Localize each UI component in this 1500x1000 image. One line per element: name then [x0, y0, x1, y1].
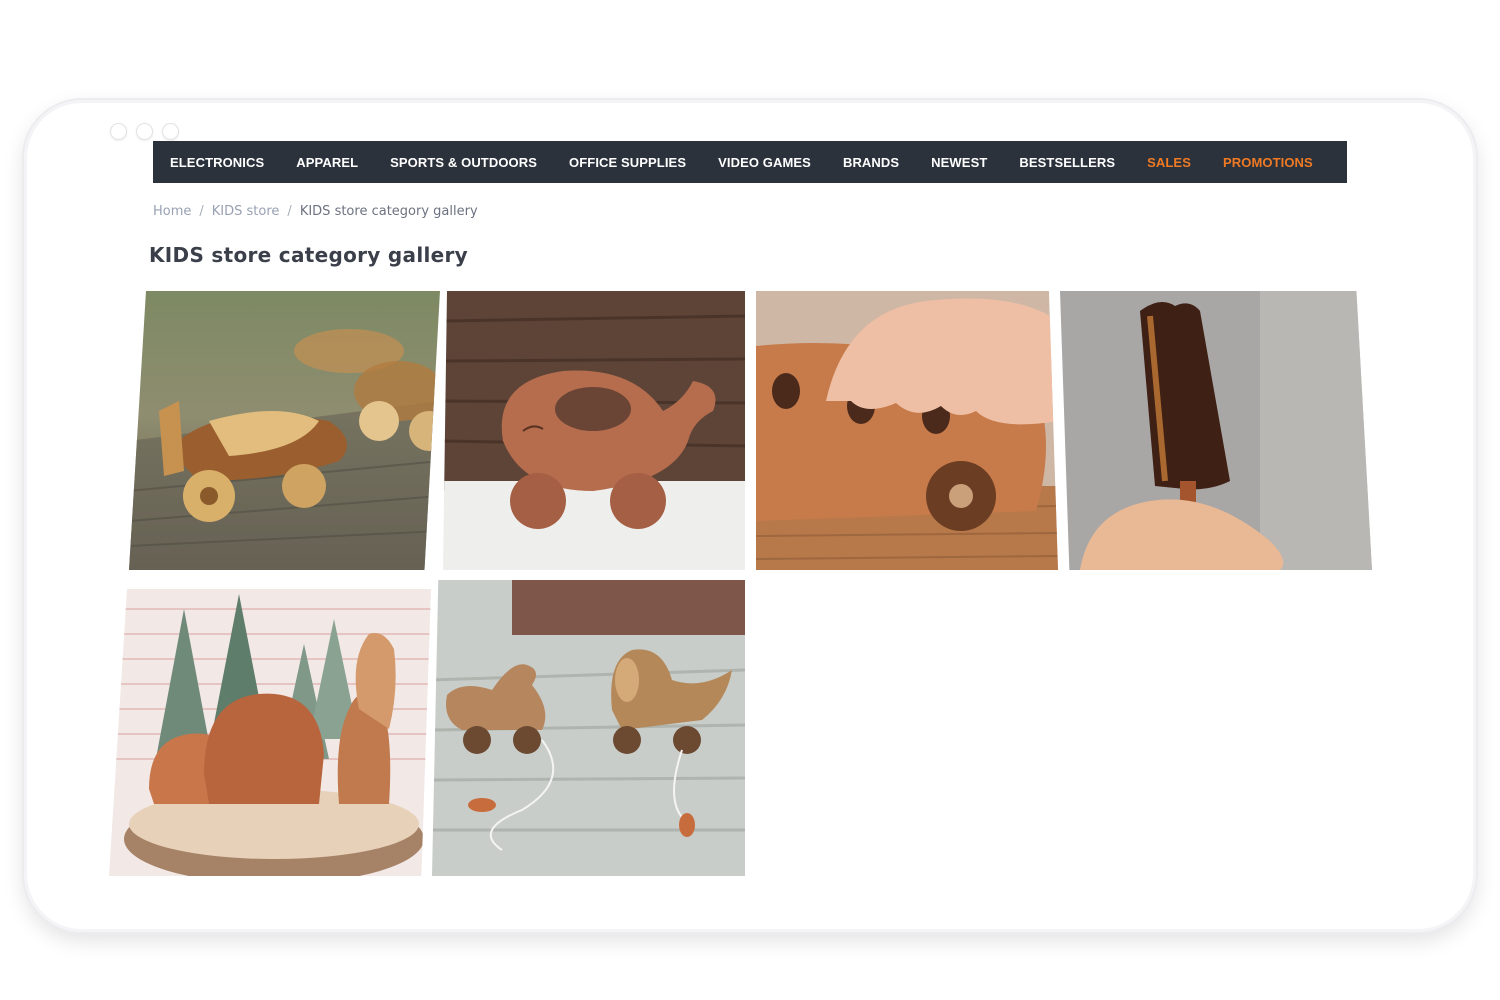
- nav-item-newest[interactable]: NEWEST: [931, 155, 987, 170]
- page-title: KIDS store category gallery: [149, 243, 468, 267]
- nav-item-brands[interactable]: BRANDS: [843, 155, 899, 170]
- breadcrumb-separator: /: [287, 204, 292, 219]
- gallery-image-bus[interactable]: [756, 291, 1058, 570]
- breadcrumb-separator: /: [199, 204, 204, 219]
- whale-toy-photo: [443, 291, 745, 570]
- nav-item-sports-outdoors[interactable]: SPORTS & OUTDOORS: [390, 155, 537, 170]
- window-controls: [110, 123, 179, 140]
- breadcrumb-kids-store-link[interactable]: KIDS store: [212, 204, 280, 219]
- nav-item-apparel[interactable]: APPAREL: [296, 155, 358, 170]
- window-dot-minimize[interactable]: [136, 123, 153, 140]
- gallery-image-airplanes[interactable]: [129, 291, 440, 570]
- main-navigation: ELECTRONICS APPAREL SPORTS & OUTDOORS OF…: [153, 141, 1347, 183]
- gallery-image-pull-toys[interactable]: [432, 580, 745, 876]
- gallery-image-whale[interactable]: [443, 291, 745, 570]
- window-dot-close[interactable]: [110, 123, 127, 140]
- nav-item-bestsellers[interactable]: BESTSELLERS: [1019, 155, 1115, 170]
- nav-item-office-supplies[interactable]: OFFICE SUPPLIES: [569, 155, 686, 170]
- breadcrumb-current: KIDS store category gallery: [299, 204, 478, 219]
- gallery-image-ice-cream[interactable]: [1060, 291, 1372, 570]
- window-dot-maximize[interactable]: [162, 123, 179, 140]
- breadcrumb-home-link[interactable]: Home: [153, 204, 191, 219]
- pull-toys-photo: [432, 580, 745, 876]
- nav-item-promotions[interactable]: PROMOTIONS: [1223, 155, 1313, 170]
- gallery-image-bears[interactable]: [109, 589, 431, 876]
- airplane-toys-photo: [129, 291, 440, 570]
- nav-item-electronics[interactable]: ELECTRONICS: [170, 155, 264, 170]
- breadcrumb: Home / KIDS store / KIDS store category …: [153, 204, 478, 219]
- nav-item-video-games[interactable]: VIDEO GAMES: [718, 155, 811, 170]
- screen-mockup: ELECTRONICS APPAREL SPORTS & OUTDOORS OF…: [0, 0, 1500, 1000]
- ice-cream-toy-photo: [1060, 291, 1372, 570]
- bears-set-photo: [109, 589, 431, 876]
- bus-toy-photo: [756, 291, 1058, 570]
- nav-item-sales[interactable]: SALES: [1147, 155, 1191, 170]
